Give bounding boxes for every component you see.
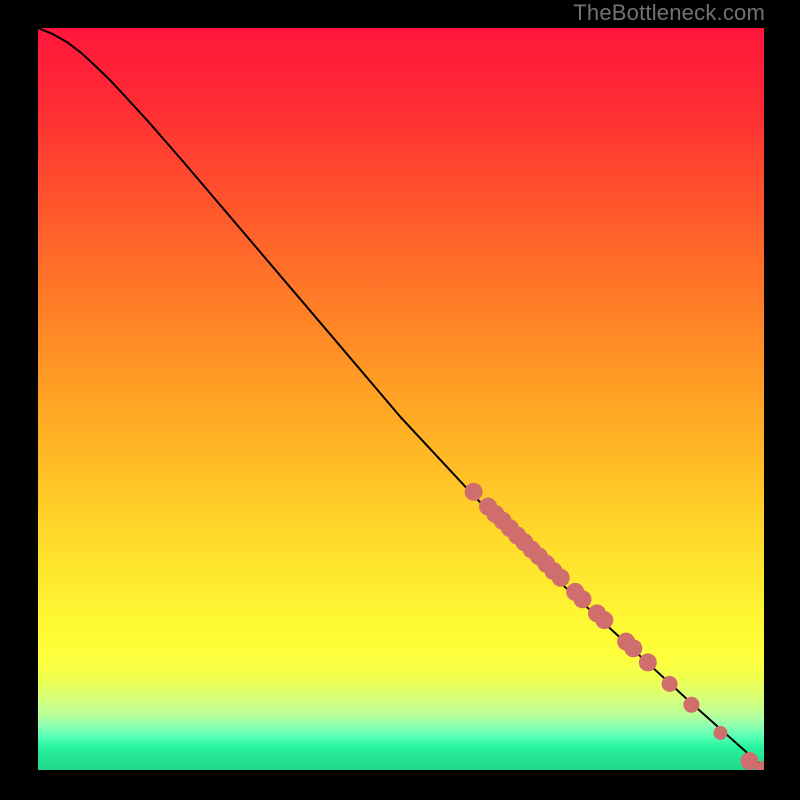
chart-plot-area	[38, 28, 764, 770]
chart-svg	[38, 28, 764, 770]
data-point	[552, 569, 570, 587]
data-point	[662, 676, 678, 692]
data-point	[639, 653, 657, 671]
watermark-text: TheBottleneck.com	[573, 0, 765, 26]
data-point	[465, 483, 483, 501]
data-point	[624, 639, 642, 657]
data-point	[574, 590, 592, 608]
data-point	[683, 697, 699, 713]
data-point	[595, 611, 613, 629]
data-point	[713, 726, 727, 740]
